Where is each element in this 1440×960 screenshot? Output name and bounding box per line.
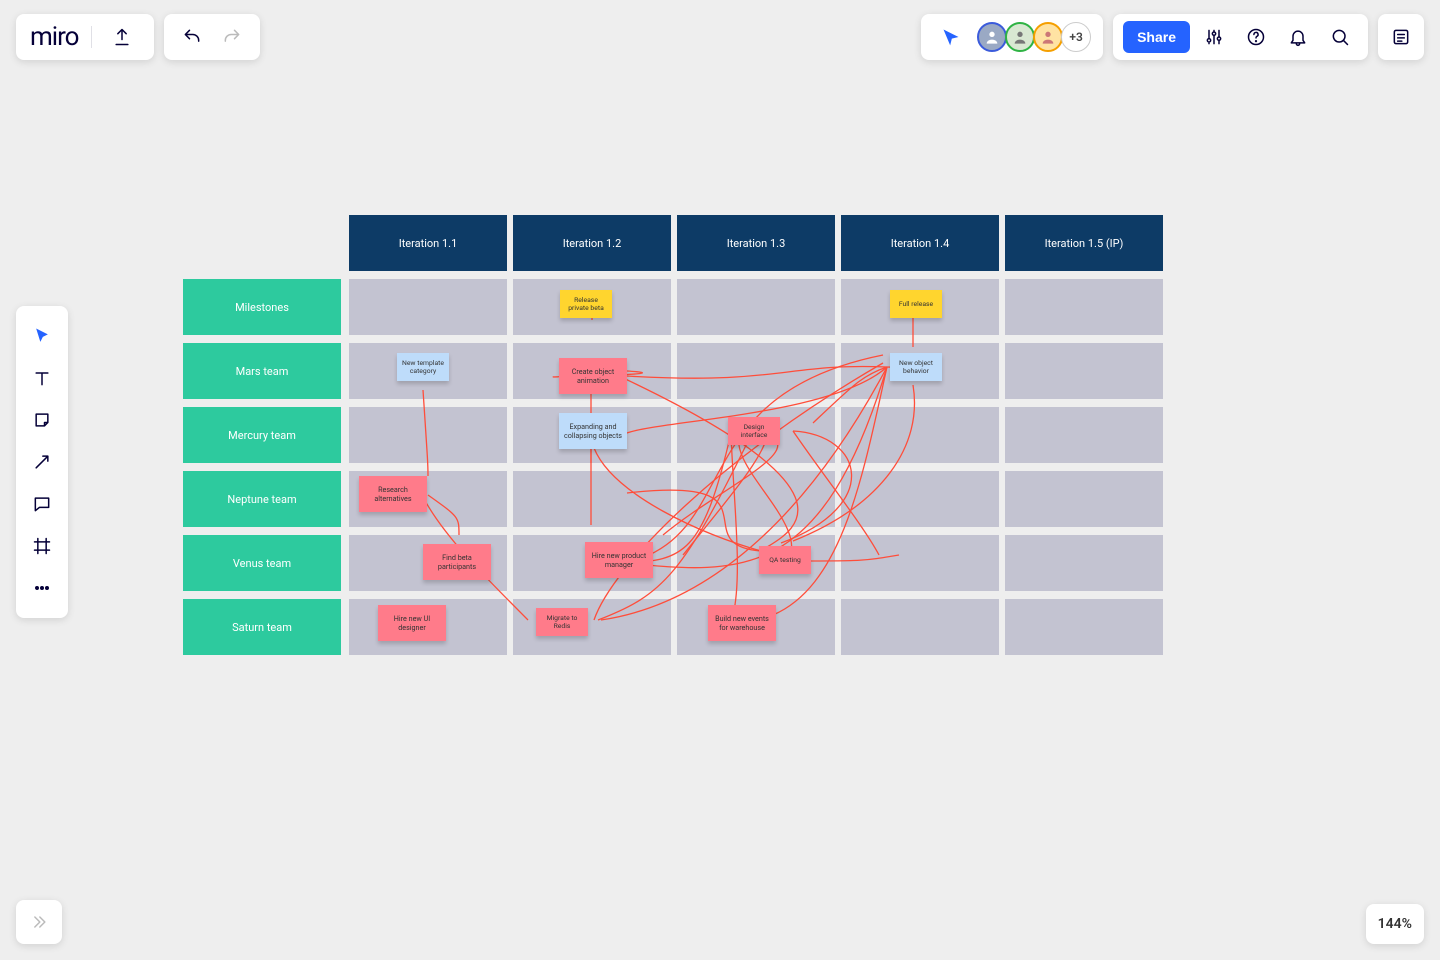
sticky-note[interactable]: Build new events for warehouse [708,605,776,641]
person-icon [1040,29,1056,45]
help-button[interactable] [1238,19,1274,55]
sticky-note[interactable]: Migrate to Redis [536,608,588,636]
sticky-note[interactable]: Full release [890,290,942,318]
row-header[interactable]: Mars team [183,343,341,399]
sticky-note[interactable]: Create object animation [559,358,627,394]
cell[interactable] [513,471,671,527]
kanban-canvas[interactable]: Iteration 1.1 Iteration 1.2 Iteration 1.… [183,215,1163,655]
sticky-note[interactable]: Release private beta [560,290,612,318]
board-menu[interactable]: miro [16,14,154,60]
sticky-note[interactable]: Hire new UI designer [378,605,446,641]
more-icon [32,578,52,598]
notifications-button[interactable] [1280,19,1316,55]
row-header[interactable]: Saturn team [183,599,341,655]
avatar[interactable] [977,22,1007,52]
sticky-note[interactable]: Hire new product manager [585,542,653,578]
text-tool[interactable] [22,358,62,398]
present-button[interactable] [933,19,969,55]
column-header[interactable]: Iteration 1.2 [513,215,671,271]
cell[interactable] [1005,535,1163,591]
frame-icon [32,536,52,556]
cell[interactable] [841,407,999,463]
redo-button[interactable] [214,19,250,55]
bell-icon [1288,27,1308,47]
cursor-icon [32,326,52,346]
cell[interactable] [1005,343,1163,399]
cell[interactable] [349,279,507,335]
avatar[interactable] [1033,22,1063,52]
column-header[interactable]: Iteration 1.1 [349,215,507,271]
cell[interactable] [1005,599,1163,655]
avatar[interactable] [1005,22,1035,52]
redo-icon [222,27,242,47]
cell[interactable] [1005,471,1163,527]
cursor-arrow-icon [941,27,961,47]
comment-icon [32,494,52,514]
cell[interactable] [841,599,999,655]
cell[interactable] [841,535,999,591]
frame-tool[interactable] [22,526,62,566]
column-header[interactable]: Iteration 1.5 (IP) [1005,215,1163,271]
person-icon [1012,29,1028,45]
board-actions: Share [1113,14,1368,60]
cell[interactable] [677,343,835,399]
row-header[interactable]: Milestones [183,279,341,335]
row-header[interactable]: Neptune team [183,471,341,527]
sticky-tool[interactable] [22,400,62,440]
cell[interactable] [349,407,507,463]
export-button[interactable] [104,19,140,55]
row-header[interactable]: Venus team [183,535,341,591]
sticky-note[interactable]: New object behavior [890,353,942,381]
avatar-overflow[interactable]: +3 [1061,22,1091,52]
select-tool[interactable] [22,316,62,356]
sticky-note[interactable]: Research alternatives [359,476,427,512]
sticky-note[interactable]: QA testing [759,546,811,574]
collapse-panel-button[interactable] [16,900,62,944]
undo-button[interactable] [174,19,210,55]
cell[interactable] [677,279,835,335]
sticky-note[interactable]: Design interface [728,417,780,445]
miro-logo: miro [30,22,79,52]
sticky-note[interactable]: Find beta participants [423,544,491,580]
person-icon [984,29,1000,45]
cell[interactable] [1005,407,1163,463]
comments-button[interactable] [1378,14,1424,60]
export-icon [112,27,132,47]
sticky-note-icon [32,410,52,430]
more-tools[interactable] [22,568,62,608]
comment-tool[interactable] [22,484,62,524]
undo-icon [182,27,202,47]
question-icon [1246,27,1266,47]
share-button[interactable]: Share [1123,21,1190,53]
separator [91,26,92,48]
cell[interactable] [841,471,999,527]
sticky-note[interactable]: Expanding and collapsing objects [559,413,627,449]
connector-tool[interactable] [22,442,62,482]
column-header[interactable]: Iteration 1.3 [677,215,835,271]
search-button[interactable] [1322,19,1358,55]
row-header[interactable]: Mercury team [183,407,341,463]
cell[interactable] [677,471,835,527]
zoom-indicator[interactable]: 144% [1366,904,1424,944]
column-header[interactable]: Iteration 1.4 [841,215,999,271]
chevron-double-right-icon [29,912,49,932]
text-icon [32,368,52,388]
presence-panel: +3 [921,14,1103,60]
history-controls [164,14,260,60]
cell[interactable] [1005,279,1163,335]
arrow-icon [32,452,52,472]
cell[interactable] [677,535,835,591]
search-icon [1330,27,1350,47]
note-list-icon [1391,27,1411,47]
sliders-icon [1204,27,1224,47]
sticky-note[interactable]: New template category [397,353,449,381]
left-toolbar [16,306,68,618]
settings-button[interactable] [1196,19,1232,55]
zoom-level: 144% [1378,916,1412,932]
